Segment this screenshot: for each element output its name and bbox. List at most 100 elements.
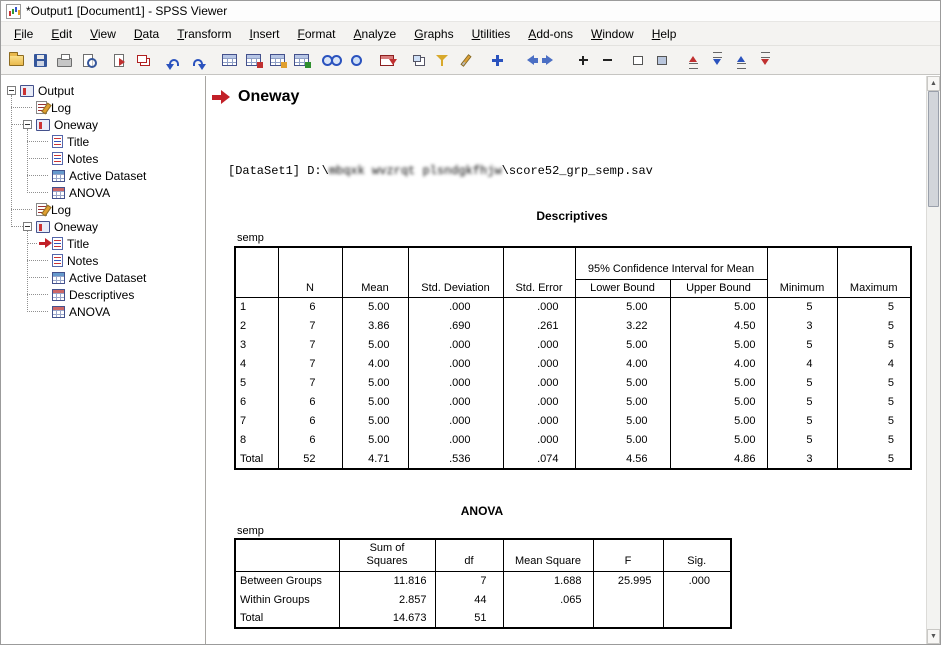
- col-header-ci: 95% Confidence Interval for Mean: [575, 247, 767, 279]
- menu-bar: File Edit View Data Transform Insert For…: [1, 22, 940, 46]
- toolbar-group-window-tools: [407, 50, 477, 71]
- zoom-in-icon[interactable]: [572, 50, 594, 71]
- tree-stub: [27, 260, 48, 261]
- menu-transform[interactable]: Transform: [168, 24, 240, 44]
- scrollbar-thumb[interactable]: [928, 91, 939, 207]
- redo-icon[interactable]: [187, 50, 209, 71]
- show-item-icon[interactable]: [627, 50, 649, 71]
- scroll-down-button[interactable]: [927, 629, 940, 644]
- toolbar-group-zoom: [572, 50, 618, 71]
- variables-icon[interactable]: [266, 50, 288, 71]
- tree-stub: [27, 277, 48, 278]
- tree-item-oneway-1[interactable]: Oneway: [1, 116, 205, 133]
- demote-item-icon[interactable]: [706, 50, 728, 71]
- scroll-up-button[interactable]: [927, 76, 940, 91]
- menu-insert[interactable]: Insert: [240, 24, 288, 44]
- menu-view[interactable]: View: [81, 24, 125, 44]
- toolbar-group-goto: [218, 50, 312, 71]
- print-preview-icon[interactable]: [77, 50, 99, 71]
- open-glyph: [9, 55, 24, 66]
- tree-item-descriptives[interactable]: Descriptives: [1, 286, 205, 303]
- tree-item-active-dataset-1[interactable]: Active Dataset: [1, 167, 205, 184]
- tree-connector: [11, 95, 12, 227]
- table-row: 5 7 5.00 .000 .000 5.00 5.00 5 5: [235, 374, 911, 393]
- menu-format[interactable]: Format: [289, 24, 345, 44]
- cell: .536: [408, 450, 503, 469]
- dialog-recall-icon[interactable]: [132, 50, 154, 71]
- row-label: 5: [235, 374, 278, 393]
- menu-add-ons[interactable]: Add-ons: [519, 24, 582, 44]
- designate-window-icon[interactable]: [455, 50, 477, 71]
- vertical-scrollbar[interactable]: [926, 76, 940, 644]
- tree-stub: [27, 175, 48, 176]
- find-icon[interactable]: [321, 50, 343, 71]
- row-label: Total: [235, 450, 278, 469]
- menu-help[interactable]: Help: [643, 24, 686, 44]
- undo-icon[interactable]: [163, 50, 185, 71]
- tree-item-oneway-2[interactable]: Oneway: [1, 218, 205, 235]
- table-row: Between Groups 11.816 7 1.688 25.995 .00…: [235, 571, 731, 590]
- cell: 5.00: [575, 336, 670, 355]
- cell: 4: [767, 355, 837, 374]
- toolbar-group-show-hide: [627, 50, 673, 71]
- select-last-output-icon[interactable]: [376, 50, 398, 71]
- menu-file[interactable]: File: [5, 24, 42, 44]
- dataset-log-line[interactable]: [DataSet1] D:\mbqxk wvzrqt plsndgkfhjw\s…: [228, 164, 653, 178]
- menu-analyze[interactable]: Analyze: [345, 24, 406, 44]
- menu-utilities[interactable]: Utilities: [463, 24, 520, 44]
- menu-data[interactable]: Data: [125, 24, 168, 44]
- export-icon[interactable]: [108, 50, 130, 71]
- filter-icon[interactable]: [431, 50, 453, 71]
- goto-data-icon[interactable]: [218, 50, 240, 71]
- hide-item-icon[interactable]: [651, 50, 673, 71]
- col-header-ms: Mean Square: [503, 539, 593, 571]
- save-icon[interactable]: [29, 50, 51, 71]
- row-label: 1: [235, 298, 278, 317]
- previous-item-icon[interactable]: [517, 50, 539, 71]
- output-heading[interactable]: Oneway: [238, 88, 299, 106]
- current-item-arrow-icon: [39, 239, 52, 248]
- expand-item-icon[interactable]: [730, 50, 752, 71]
- cell: 7: [278, 336, 342, 355]
- tree-item-log-1[interactable]: Log: [1, 99, 205, 116]
- expand-item-glyph: [737, 52, 746, 69]
- content-pane[interactable]: Oneway [DataSet1] D:\mbqxk wvzrqt plsndg…: [206, 76, 926, 644]
- promote-item-icon[interactable]: [682, 50, 704, 71]
- row-label: Between Groups: [235, 571, 339, 590]
- collapse-box[interactable]: [7, 86, 16, 95]
- anova-table[interactable]: Sum of Squares df Mean Square F Sig. Bet…: [234, 538, 732, 629]
- collapse-box[interactable]: [23, 120, 32, 129]
- tree-item-notes-1[interactable]: Notes: [1, 150, 205, 167]
- menu-edit[interactable]: Edit: [42, 24, 81, 44]
- tree-item-output[interactable]: Output: [1, 82, 205, 99]
- tree-item-label: Oneway: [54, 118, 98, 132]
- open-icon[interactable]: [5, 50, 27, 71]
- collapse-item-icon[interactable]: [754, 50, 776, 71]
- output-heading-row: Oneway: [212, 88, 299, 106]
- descriptives-table[interactable]: N Mean Std. Deviation Std. Error 95% Con…: [234, 246, 912, 470]
- windows-icon[interactable]: [407, 50, 429, 71]
- print-icon[interactable]: [53, 50, 75, 71]
- tree-item-anova-2[interactable]: ANOVA: [1, 303, 205, 320]
- use-sets-icon[interactable]: [345, 50, 367, 71]
- col-header-sig: Sig.: [663, 539, 731, 571]
- tree-item-active-dataset-2[interactable]: Active Dataset: [1, 269, 205, 286]
- goto-case-icon[interactable]: [242, 50, 264, 71]
- value-labels-icon[interactable]: [290, 50, 312, 71]
- cell: 5: [837, 298, 911, 317]
- next-item-icon[interactable]: [541, 50, 563, 71]
- menu-graphs[interactable]: Graphs: [405, 24, 462, 44]
- insert-heading-icon[interactable]: [486, 50, 508, 71]
- collapse-box[interactable]: [23, 222, 32, 231]
- zoom-out-icon[interactable]: [596, 50, 618, 71]
- cell: 25.995: [593, 571, 663, 590]
- table-row: Total 52 4.71 .536 .074 4.56 4.86 3 5: [235, 450, 911, 469]
- tree-item-log-2[interactable]: Log: [1, 201, 205, 218]
- cell: [503, 609, 593, 628]
- tree-item-title-1[interactable]: Title: [1, 133, 205, 150]
- menu-window[interactable]: Window: [582, 24, 643, 44]
- tree-item-notes-2[interactable]: Notes: [1, 252, 205, 269]
- col-header-upper: Upper Bound: [670, 279, 767, 298]
- tree-item-anova-1[interactable]: ANOVA: [1, 184, 205, 201]
- tree-item-title-2[interactable]: Title: [1, 235, 205, 252]
